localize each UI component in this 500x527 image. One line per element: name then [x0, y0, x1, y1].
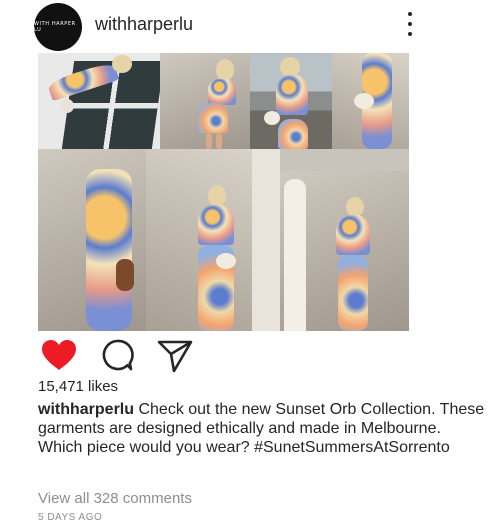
- comment-icon[interactable]: [100, 338, 134, 372]
- collage-tile: [160, 53, 250, 149]
- post-caption: withharperlu Check out the new Sunset Or…: [38, 400, 488, 457]
- avatar-text: WITH HARPER LU: [34, 21, 76, 33]
- collage-tile: [38, 149, 146, 331]
- collage-tile: [280, 171, 409, 331]
- collage-tile: [332, 53, 409, 149]
- post-image[interactable]: [38, 53, 409, 331]
- post-header: WITH HARPER LU withharperlu: [0, 0, 500, 51]
- view-comments-link[interactable]: View all 328 comments: [38, 490, 192, 507]
- more-vertical-icon[interactable]: [402, 12, 418, 36]
- collage-tile: [38, 53, 160, 149]
- send-icon[interactable]: [157, 339, 193, 373]
- post-timestamp: 5 DAYS AGO: [38, 512, 103, 523]
- collage-tile: [146, 149, 252, 331]
- collage-tile: [252, 149, 280, 331]
- action-bar: [0, 336, 500, 374]
- like-count[interactable]: 15,471 likes: [38, 378, 118, 395]
- caption-username[interactable]: withharperlu: [38, 401, 134, 418]
- collage-tile: [250, 53, 332, 149]
- username-link[interactable]: withharperlu: [95, 14, 193, 35]
- avatar[interactable]: WITH HARPER LU: [34, 3, 82, 51]
- heart-icon[interactable]: [40, 338, 78, 372]
